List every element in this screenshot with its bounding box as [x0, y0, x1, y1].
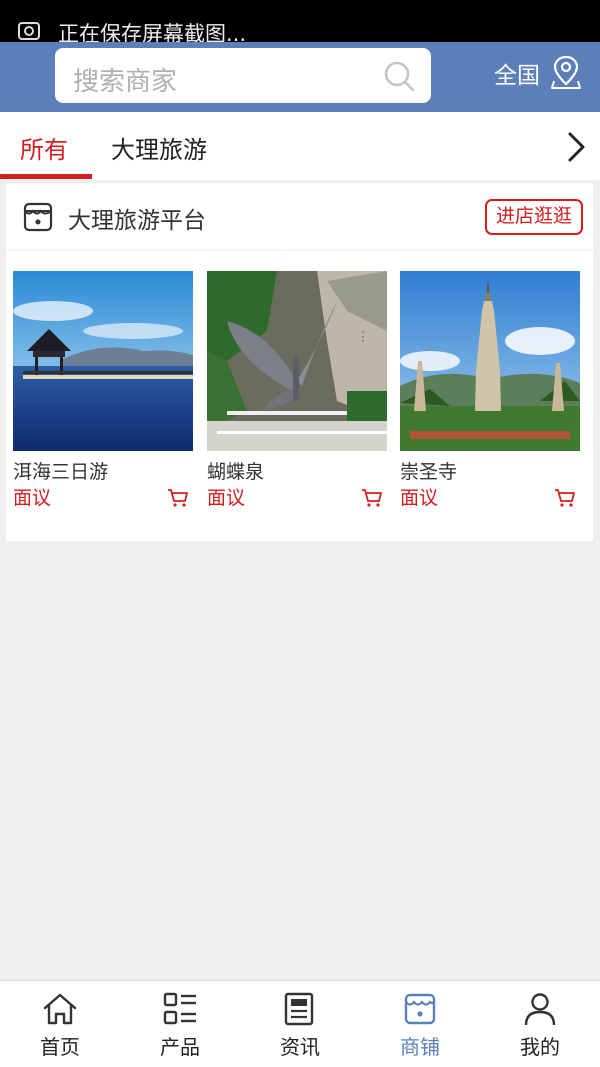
nav-label: 产品 — [160, 1035, 200, 1059]
user-icon — [524, 993, 556, 1026]
cart-icon[interactable] — [361, 488, 383, 508]
shop-name: 大理旅游平台 — [68, 208, 206, 234]
nav-stores[interactable]: 商铺 — [360, 981, 480, 1067]
home-icon — [43, 993, 77, 1025]
product-price: 面议 — [13, 487, 52, 509]
product-card[interactable]: 崇圣寺 面议 — [400, 271, 580, 509]
news-icon — [284, 992, 314, 1026]
product-name: 崇圣寺 — [400, 461, 458, 483]
screenshot-icon — [18, 22, 40, 40]
category-tabs: 所有 大理旅游 — [0, 112, 600, 180]
product-price: 面议 — [400, 487, 439, 509]
status-bar: 正在保存屏幕截图... — [0, 0, 600, 46]
cart-icon[interactable] — [554, 488, 576, 508]
nav-label: 我的 — [520, 1035, 560, 1059]
header: 搜索商家 全国 — [0, 42, 600, 112]
store-icon — [404, 993, 436, 1025]
tab-all[interactable]: 所有 — [20, 130, 68, 165]
search-placeholder: 搜索商家 — [73, 67, 178, 97]
product-image[interactable] — [400, 271, 580, 451]
chevron-right-icon[interactable] — [564, 130, 588, 164]
region-selector[interactable]: 全国 — [494, 56, 540, 90]
nav-label: 商铺 — [400, 1035, 440, 1059]
product-image[interactable]: ︙ — [207, 271, 387, 451]
active-tab-indicator — [0, 174, 92, 179]
enter-shop-button[interactable]: 进店逛逛 — [485, 199, 583, 235]
shop-card: 大理旅游平台 进店逛逛 洱海三日游 面议 ︙ 蝴蝶泉 面议 崇圣寺 面议 — [6, 183, 593, 541]
nav-home[interactable]: 首页 — [0, 981, 120, 1067]
bottom-nav: 首页 产品 资讯 商铺 我的 — [0, 980, 600, 1067]
cart-icon[interactable] — [167, 488, 189, 508]
product-price: 面议 — [207, 487, 246, 509]
nav-label: 资讯 — [280, 1035, 320, 1059]
nav-products[interactable]: 产品 — [120, 981, 240, 1067]
product-card[interactable]: ︙ 蝴蝶泉 面议 — [207, 271, 387, 509]
product-image[interactable] — [13, 271, 193, 451]
tab-dali-tourism[interactable]: 大理旅游 — [111, 130, 207, 165]
location-pin-icon[interactable] — [550, 54, 582, 90]
shop-header[interactable]: 大理旅游平台 进店逛逛 — [6, 183, 593, 251]
grid-list-icon — [163, 992, 196, 1025]
product-name: 洱海三日游 — [13, 461, 109, 483]
product-card[interactable]: 洱海三日游 面议 — [13, 271, 193, 509]
search-icon[interactable] — [383, 60, 415, 92]
product-name: 蝴蝶泉 — [207, 461, 265, 483]
nav-news[interactable]: 资讯 — [240, 981, 360, 1067]
svg-text:︙: ︙ — [357, 330, 369, 344]
search-input[interactable]: 搜索商家 — [55, 48, 431, 103]
nav-profile[interactable]: 我的 — [480, 981, 600, 1067]
store-icon — [23, 202, 53, 232]
nav-label: 首页 — [40, 1035, 80, 1059]
